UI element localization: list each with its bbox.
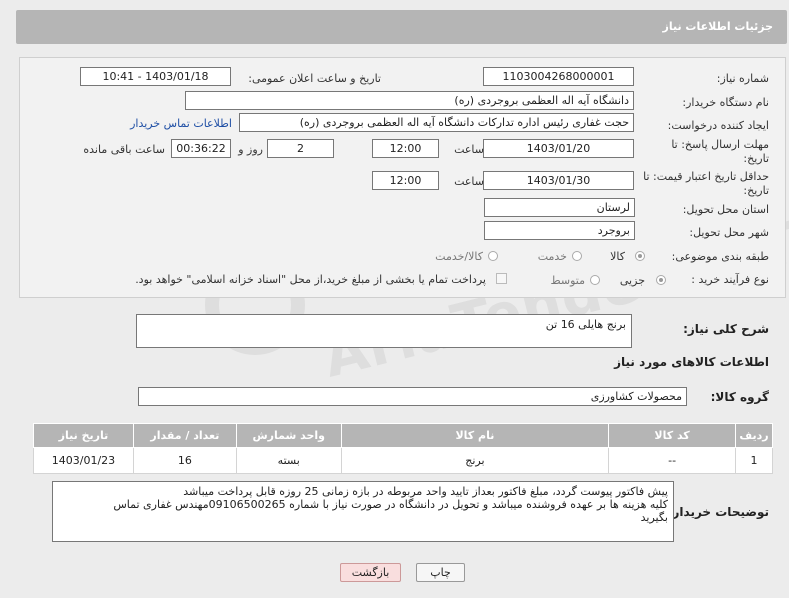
col-unit: واحد شمارش [235, 423, 342, 448]
treasury-payment-checkbox[interactable] [496, 273, 507, 284]
process-medium-radio[interactable] [590, 275, 600, 285]
summary-label: شرح کلی نیاز: [683, 322, 769, 336]
col-need-date: تاریخ نیاز [33, 423, 134, 448]
col-item-code: کد کالا [608, 423, 736, 448]
cell-item-code: -- [608, 447, 736, 474]
summary-text: برنج هایلی 16 تن [545, 318, 626, 331]
buyer-notes-label: توضیحات خریدار: [667, 505, 769, 519]
announce-label: تاریخ و ساعت اعلان عمومی: [248, 72, 381, 85]
cell-item-name: برنج [340, 447, 610, 474]
process-minor-label: جزیی [619, 274, 645, 287]
col-item-name: نام کالا [340, 423, 610, 448]
col-quantity: تعداد / مقدار [132, 423, 237, 448]
reply-time-field: 12:00 [372, 139, 439, 158]
requester-field: حجت غفاری رئیس اداره تدارکات دانشگاه آیه… [239, 113, 634, 132]
city-label: شهر محل تحویل: [689, 226, 769, 239]
category-both-label: کالا/خدمت [435, 250, 483, 263]
remaining-time-field: 00:36:22 [171, 139, 231, 158]
cell-unit: بسته [235, 447, 342, 474]
category-both-radio[interactable] [488, 251, 498, 261]
reply-days-label: روز و [238, 143, 263, 156]
page-title: جزئیات اطلاعات نیاز [662, 20, 774, 33]
print-button[interactable]: چاپ [416, 563, 465, 582]
category-goods-radio[interactable] [635, 251, 645, 261]
cell-quantity: 16 [132, 447, 237, 474]
reply-deadline-label: مهلت ارسال پاسخ: تا تاریخ: [671, 138, 769, 165]
need-number-label: شماره نیاز: [716, 72, 769, 85]
category-service-label: خدمت [537, 250, 567, 263]
validity-time-label: ساعت [454, 175, 484, 188]
buyer-notes-line: کلیه هزینه ها بر عهده فروشنده میباشد و ت… [113, 498, 668, 511]
category-label: طبقه بندی موضوعی: [671, 250, 769, 263]
buyer-contact-link[interactable]: اطلاعات تماس خریدار [130, 117, 232, 130]
validity-time-field: 12:00 [372, 171, 439, 190]
page-header: جزئیات اطلاعات نیاز [16, 10, 787, 44]
goods-section-title: اطلاعات کالاهای مورد نیاز [614, 355, 769, 369]
buyer-notes-field: پیش فاکتور پیوست گردد، مبلغ فاکتور بعداز… [52, 481, 674, 542]
reply-days-field: 2 [267, 139, 334, 158]
reply-time-label: ساعت [454, 143, 484, 156]
cell-need-date: 1403/01/23 [33, 447, 134, 474]
goods-group-label: گروه کالا: [710, 390, 769, 404]
goods-group-field: محصولات کشاورزی [138, 387, 687, 406]
category-service-radio[interactable] [572, 251, 582, 261]
cell-row: 1 [734, 447, 774, 474]
need-number-field: 1103004268000001 [483, 67, 634, 86]
treasury-payment-note: پرداخت تمام یا بخشی از مبلغ خرید،از محل … [135, 273, 486, 286]
goods-table: تاریخ نیاز تعداد / مقدار واحد شمارش نام … [33, 423, 774, 474]
goods-table-header: تاریخ نیاز تعداد / مقدار واحد شمارش نام … [33, 423, 774, 448]
buyer-org-label: نام دستگاه خریدار: [682, 96, 769, 109]
table-row: 1403/01/23 16 بسته برنج -- 1 [33, 447, 774, 474]
buyer-org-field: دانشگاه آیه اله العظمی بروجردی (ره) [185, 91, 634, 110]
province-field: لرستان [484, 198, 635, 217]
requester-label: ایجاد کننده درخواست: [667, 119, 769, 132]
buyer-notes-line: پیش فاکتور پیوست گردد، مبلغ فاکتور بعداز… [183, 485, 668, 498]
announce-field: 1403/01/18 - 10:41 [80, 67, 231, 86]
province-label: استان محل تحویل: [682, 203, 769, 216]
summary-field: برنج هایلی 16 تن [136, 314, 632, 348]
remaining-time-label: ساعت باقی مانده [83, 143, 165, 156]
price-validity-label: حداقل تاریخ اعتبار قیمت: تا تاریخ: [643, 170, 769, 197]
process-medium-label: متوسط [550, 274, 585, 287]
process-minor-radio[interactable] [656, 275, 666, 285]
buyer-notes-line: بگیرید [640, 511, 668, 524]
back-button[interactable]: بازگشت [340, 563, 401, 582]
city-field: بروجرد [484, 221, 635, 240]
process-label: نوع فرآیند خرید : [691, 273, 769, 286]
col-row: ردیف [734, 423, 774, 448]
reply-date-field: 1403/01/20 [483, 139, 634, 158]
validity-date-field: 1403/01/30 [483, 171, 634, 190]
category-goods-label: کالا [610, 250, 625, 263]
